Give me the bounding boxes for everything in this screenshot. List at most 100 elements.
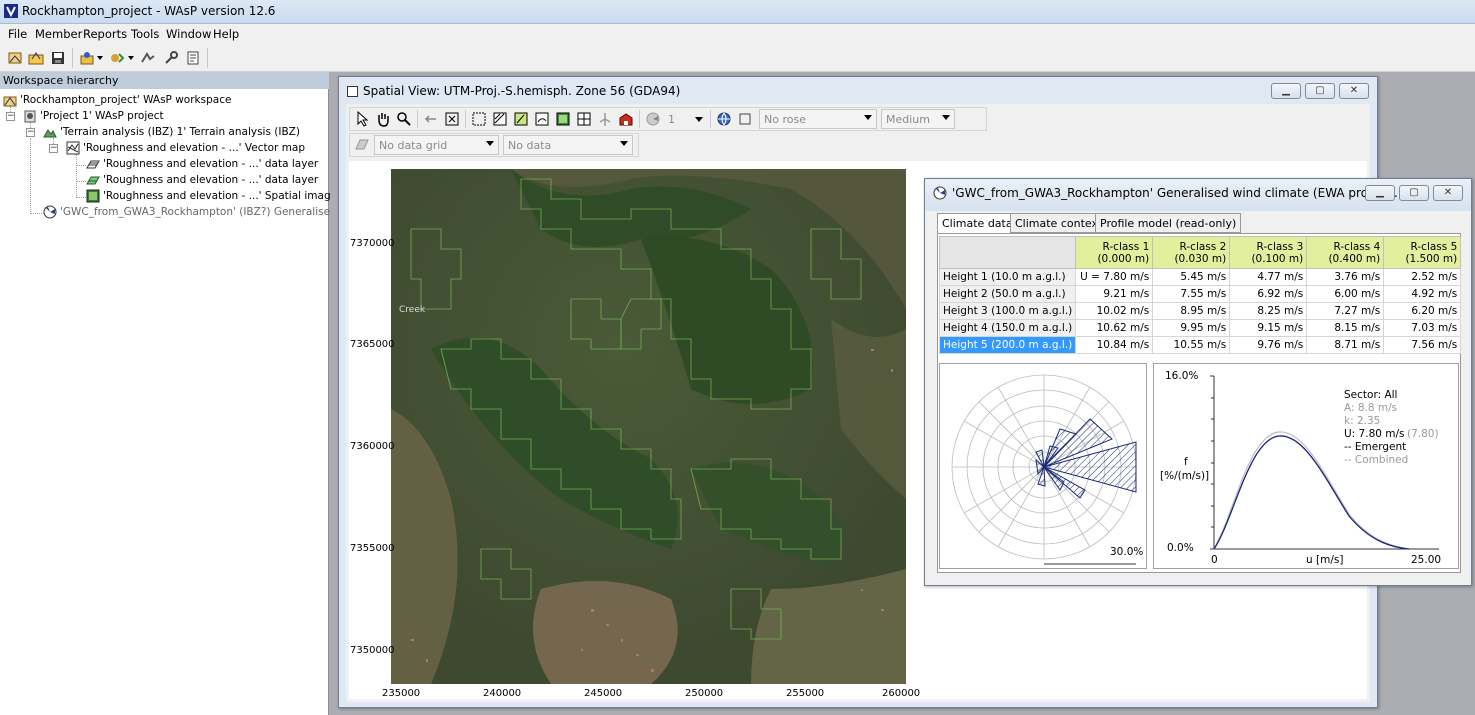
table-cell[interactable]: 4.92 m/s: [1383, 285, 1462, 303]
add-member-icon[interactable]: [108, 49, 126, 67]
table-cell[interactable]: 7.56 m/s: [1383, 336, 1462, 354]
table-cell[interactable]: 4.77 m/s: [1229, 268, 1308, 286]
table-cell[interactable]: 3.76 m/s: [1306, 268, 1385, 286]
data-grid-icon[interactable]: [353, 136, 371, 154]
table-cell[interactable]: 6.20 m/s: [1383, 302, 1462, 320]
row-header[interactable]: Height 2 (50.0 m a.g.l.): [938, 285, 1077, 303]
minimize-button[interactable]: ▁: [1365, 185, 1395, 201]
tree-item-wind-climate[interactable]: 'GWC_from_GWA3_Rockhampton' (IBZ?) Gener…: [43, 205, 349, 219]
open-workspace-icon[interactable]: [27, 49, 45, 67]
table-cell[interactable]: 9.95 m/s: [1152, 319, 1231, 337]
y-tick-label: 7355000: [350, 543, 395, 554]
tree-expander[interactable]: −: [26, 128, 35, 137]
table-cell[interactable]: 8.15 m/s: [1306, 319, 1385, 337]
table-cell[interactable]: 10.55 m/s: [1152, 336, 1231, 354]
wind-rose-icon[interactable]: [644, 110, 662, 128]
column-header[interactable]: R-class 5 (1.500 m): [1383, 236, 1462, 269]
column-header[interactable]: R-class 1 (0.000 m): [1075, 236, 1154, 269]
tree-expander[interactable]: −: [49, 144, 58, 153]
table-cell[interactable]: 6.00 m/s: [1306, 285, 1385, 303]
zoom-extent-icon[interactable]: [443, 110, 461, 128]
table-row[interactable]: Height 4 (150.0 m a.g.l.) 10.62 m/s 9.95…: [938, 319, 1462, 337]
menu-help[interactable]: Help: [213, 27, 239, 41]
zoom-level-dropdown[interactable]: [695, 117, 703, 122]
tree-item-terrain-analysis[interactable]: 'Terrain analysis (IBZ) 1' Terrain analy…: [43, 125, 300, 139]
roughness-map-icon[interactable]: [491, 110, 509, 128]
column-header[interactable]: R-class 4 (0.400 m): [1306, 236, 1385, 269]
menu-tools[interactable]: Tools: [131, 27, 159, 41]
close-button[interactable]: ✕: [1339, 83, 1369, 99]
row-header[interactable]: Height 3 (100.0 m a.g.l.): [938, 302, 1077, 320]
menu-reports[interactable]: Reports: [83, 27, 127, 41]
tab-climate-context[interactable]: Climate context: [1010, 213, 1108, 233]
table-cell[interactable]: 9.21 m/s: [1075, 285, 1154, 303]
table-cell[interactable]: 7.55 m/s: [1152, 285, 1231, 303]
tree-item-data-layer[interactable]: 'Roughness and elevation - ...' data lay…: [86, 157, 318, 171]
tree-item-spatial-image[interactable]: 'Roughness and elevation - ...' Spatial …: [86, 189, 337, 203]
elevation-map-icon[interactable]: [512, 110, 530, 128]
select-region-icon[interactable]: [470, 110, 488, 128]
tool-icon[interactable]: [162, 49, 180, 67]
back-arrow-icon[interactable]: [422, 110, 440, 128]
turbine-icon[interactable]: [596, 110, 614, 128]
tree-item-workspace[interactable]: 'Rockhampton_project' WAsP workspace: [3, 93, 231, 107]
calculate-icon[interactable]: [139, 49, 157, 67]
quality-select[interactable]: Medium: [881, 109, 955, 129]
close-button[interactable]: ✕: [1433, 185, 1463, 201]
table-cell[interactable]: 7.03 m/s: [1383, 319, 1462, 337]
table-cell[interactable]: 10.84 m/s: [1075, 336, 1154, 354]
data-grid-select[interactable]: No data grid: [374, 135, 499, 155]
tree-item-project[interactable]: 'Project 1' WAsP project: [23, 109, 164, 123]
table-cell[interactable]: 6.92 m/s: [1229, 285, 1308, 303]
row-header[interactable]: Height 4 (150.0 m a.g.l.): [938, 319, 1077, 337]
column-header[interactable]: R-class 3 (0.100 m): [1229, 236, 1308, 269]
table-cell[interactable]: 7.27 m/s: [1306, 302, 1385, 320]
table-cell[interactable]: 8.25 m/s: [1229, 302, 1308, 320]
spatial-image-toggle-icon[interactable]: [554, 110, 572, 128]
menu-window[interactable]: Window: [166, 27, 211, 41]
tab-profile-model[interactable]: Profile model (read-only): [1095, 213, 1242, 233]
table-row[interactable]: Height 2 (50.0 m a.g.l.) 9.21 m/s 7.55 m…: [938, 285, 1462, 303]
table-cell[interactable]: 10.02 m/s: [1075, 302, 1154, 320]
table-cell[interactable]: 8.71 m/s: [1306, 336, 1385, 354]
table-cell[interactable]: 8.95 m/s: [1152, 302, 1231, 320]
save-icon[interactable]: [49, 49, 67, 67]
rose-select[interactable]: No rose: [759, 109, 877, 129]
maximize-button[interactable]: ▢: [1399, 185, 1429, 201]
menu-member[interactable]: Member: [35, 27, 82, 41]
minimize-button[interactable]: ▁: [1271, 83, 1301, 99]
table-cell[interactable]: U = 7.80 m/s: [1075, 268, 1154, 286]
globe-icon[interactable]: [715, 110, 733, 128]
wind-rose-panel[interactable]: 30.0%: [939, 363, 1147, 569]
tree-item-vector-map[interactable]: 'Roughness and elevation - ...' Vector m…: [66, 141, 305, 155]
row-header-selected[interactable]: Height 5 (200.0 m a.g.l.): [938, 336, 1077, 354]
pointer-icon[interactable]: [353, 110, 371, 128]
table-cell[interactable]: 9.15 m/s: [1229, 319, 1308, 337]
distribution-panel[interactable]: 16.0% 0.0% f [%/(m/s)] 0 u [m/s] 25.00 S…: [1153, 363, 1459, 569]
tree-expander[interactable]: −: [6, 112, 15, 121]
zoom-icon[interactable]: [395, 110, 413, 128]
new-workspace-icon[interactable]: [6, 49, 24, 67]
tab-climate-data[interactable]: Climate data: [937, 213, 1018, 234]
tree-item-data-layer[interactable]: 'Roughness and elevation - ...' data lay…: [86, 173, 318, 187]
table-row[interactable]: Height 3 (100.0 m a.g.l.) 10.02 m/s 8.95…: [938, 302, 1462, 320]
row-header[interactable]: Height 1 (10.0 m a.g.l.): [938, 268, 1077, 286]
table-cell[interactable]: 10.62 m/s: [1075, 319, 1154, 337]
insert-member-icon[interactable]: [78, 49, 96, 67]
pan-hand-icon[interactable]: [374, 110, 392, 128]
table-cell[interactable]: 5.45 m/s: [1152, 268, 1231, 286]
menu-file[interactable]: File: [8, 27, 27, 41]
maximize-button[interactable]: ▢: [1305, 83, 1335, 99]
data-select[interactable]: No data: [503, 135, 633, 155]
table-cell[interactable]: 2.52 m/s: [1383, 268, 1462, 286]
table-cell[interactable]: 9.76 m/s: [1229, 336, 1308, 354]
satellite-map-image[interactable]: Creek: [391, 169, 906, 684]
report-icon[interactable]: [184, 49, 202, 67]
table-row[interactable]: Height 1 (10.0 m a.g.l.) U = 7.80 m/s 5.…: [938, 268, 1462, 286]
contour-icon[interactable]: [533, 110, 551, 128]
buildings-icon[interactable]: [617, 110, 635, 128]
grid-icon[interactable]: [575, 110, 593, 128]
column-header[interactable]: R-class 2 (0.030 m): [1152, 236, 1231, 269]
frame-icon[interactable]: [736, 110, 754, 128]
table-row[interactable]: Height 5 (200.0 m a.g.l.) 10.84 m/s 10.5…: [938, 336, 1462, 354]
